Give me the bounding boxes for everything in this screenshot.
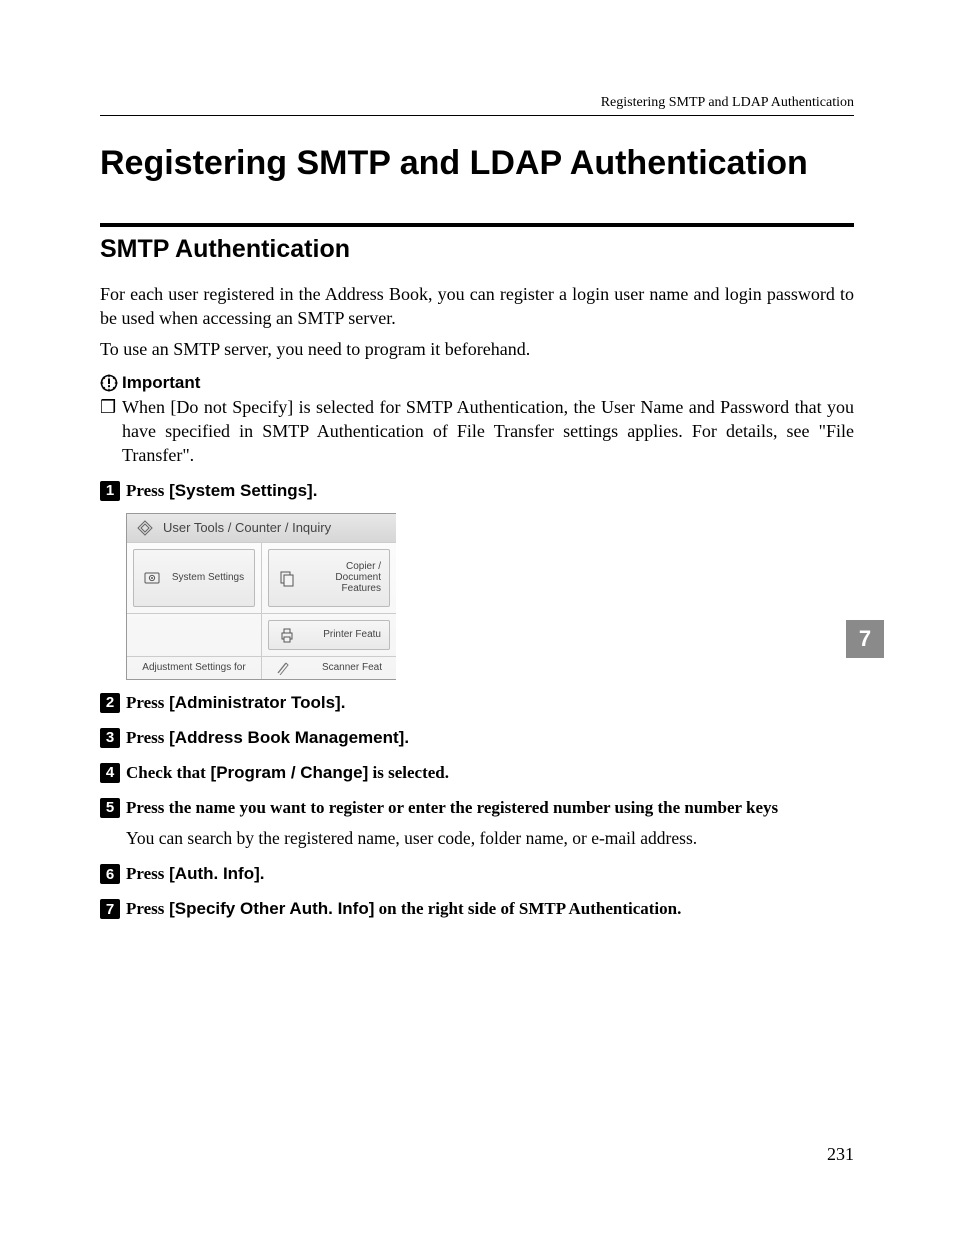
step-4: 4 Check that [Program / Change] is selec…: [100, 762, 854, 785]
step-6: 6 Press [Auth. Info].: [100, 863, 854, 886]
important-label: Important: [122, 373, 200, 393]
step-5-note: You can search by the registered name, u…: [126, 827, 854, 851]
ss-adjustment-button[interactable]: Adjustment Settings for: [133, 659, 255, 677]
step-number-5: 5: [100, 798, 120, 818]
page-number: 231: [827, 1144, 854, 1165]
printer-icon: [277, 625, 297, 645]
manual-page: Registering SMTP and LDAP Authentication…: [0, 0, 954, 1235]
important-bullet: ❒ When [Do not Specify] is selected for …: [100, 395, 854, 468]
ss-adjust-label: Adjustment Settings for: [141, 662, 247, 673]
copier-icon: [277, 568, 297, 588]
step-1: 1 Press [System Settings].: [100, 480, 854, 503]
chapter-tab: 7: [846, 620, 884, 658]
ss-copier-label: Copier / Document Features: [305, 561, 381, 594]
gear-icon: [142, 568, 162, 588]
running-header: Registering SMTP and LDAP Authentication: [100, 95, 854, 111]
step-number-6: 6: [100, 864, 120, 884]
section-title: SMTP Authentication: [100, 235, 854, 264]
step-5-text: Press the name you want to register or e…: [126, 797, 854, 820]
ss-printer-label: Printer Featu: [305, 629, 381, 640]
section-rule: [100, 223, 854, 227]
paragraph-1: For each user registered in the Address …: [100, 282, 854, 331]
ss-system-label: System Settings: [170, 572, 246, 583]
ui-screenshot: User Tools / Counter / Inquiry System Se…: [126, 513, 396, 680]
step-number-1: 1: [100, 481, 120, 501]
important-heading: Important: [100, 373, 854, 393]
step-7-text: Press [Specify Other Auth. Info] on the …: [126, 898, 854, 921]
ss-titlebar: User Tools / Counter / Inquiry: [127, 514, 396, 542]
diamond-icon: [135, 518, 155, 538]
step-4-text: Check that [Program / Change] is selecte…: [126, 762, 854, 785]
step-5: 5 Press the name you want to register or…: [100, 797, 854, 820]
step-3: 3 Press [Address Book Management].: [100, 727, 854, 750]
step-7: 7 Press [Specify Other Auth. Info] on th…: [100, 898, 854, 921]
step-3-text: Press [Address Book Management].: [126, 727, 854, 750]
step-2-text: Press [Administrator Tools].: [126, 692, 854, 715]
step-6-text: Press [Auth. Info].: [126, 863, 854, 886]
step-2: 2 Press [Administrator Tools].: [100, 692, 854, 715]
important-text: When [Do not Specify] is selected for SM…: [122, 395, 854, 468]
step-number-7: 7: [100, 899, 120, 919]
ss-system-settings-button[interactable]: System Settings: [133, 549, 255, 607]
page-title: Registering SMTP and LDAP Authentication: [100, 144, 854, 183]
ss-printer-button[interactable]: Printer Featu: [268, 620, 390, 650]
important-icon: [100, 374, 118, 392]
ss-copier-button[interactable]: Copier / Document Features: [268, 549, 390, 607]
bullet-mark: ❒: [100, 395, 122, 468]
ss-title-text: User Tools / Counter / Inquiry: [163, 520, 331, 535]
ss-scanner-button[interactable]: Scanner Feat: [268, 659, 390, 677]
step-number-4: 4: [100, 763, 120, 783]
step-number-2: 2: [100, 693, 120, 713]
step-1-text: Press [System Settings].: [126, 480, 854, 503]
step-number-3: 3: [100, 728, 120, 748]
paragraph-2: To use an SMTP server, you need to progr…: [100, 337, 854, 361]
ss-scanner-label: Scanner Feat: [298, 662, 382, 673]
scanner-icon: [276, 661, 290, 675]
header-rule: [100, 115, 854, 116]
